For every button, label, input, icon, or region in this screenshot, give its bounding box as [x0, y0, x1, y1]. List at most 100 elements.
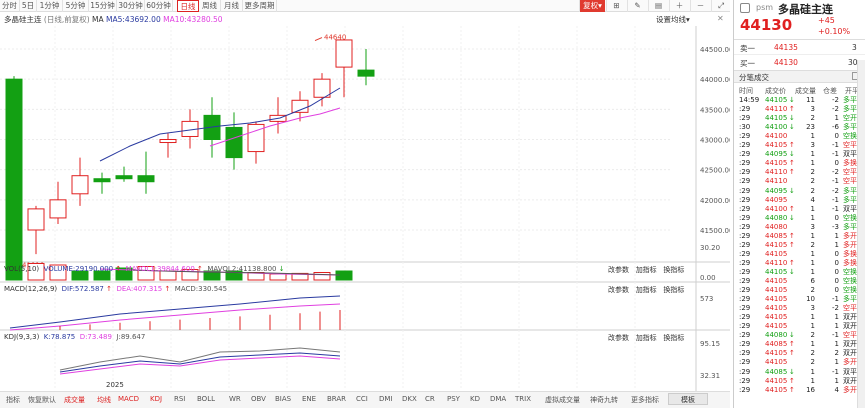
indicator-tab[interactable]: KD — [470, 395, 480, 403]
crosshair-tool-icon[interactable]: ⊞ — [606, 0, 626, 12]
menu-icon[interactable] — [740, 3, 750, 13]
tick-time: :29 — [739, 295, 751, 304]
product-name: 多晶硅主连 — [778, 3, 833, 16]
macd-dif: DIF:572.587 — [61, 285, 104, 293]
tick-row: :29 44110 ↑ 3 -2 多平 — [739, 105, 863, 114]
tick-arrow-icon: ↑ — [789, 204, 795, 213]
indicator-tab[interactable]: 成交量 — [64, 395, 85, 405]
tick-type: 空平 — [843, 141, 857, 150]
indicator-tab[interactable]: 更多指标 — [631, 395, 659, 405]
vol-add-indicator[interactable]: 加指标 — [636, 266, 657, 274]
zoom-out-icon[interactable]: － — [690, 0, 710, 12]
indicator-tab[interactable]: DMI — [379, 395, 393, 403]
indicator-tab[interactable]: ENE — [302, 395, 316, 403]
period-button[interactable]: 5分钟 — [63, 0, 89, 12]
tick-volume: 3 — [810, 222, 815, 231]
indicator-tab[interactable]: PSY — [447, 395, 460, 403]
ma-settings-label: 设置均线 — [656, 15, 686, 24]
tick-oi-diff: -6 — [832, 123, 839, 132]
ma-settings-button[interactable]: 设置均线▾ — [656, 14, 690, 25]
kdj-switch-indicator[interactable]: 换指标 — [663, 334, 684, 342]
indicator-tab[interactable]: OBV — [251, 395, 266, 403]
tick-row: :29 44105 ↑ 16 4 多开 — [739, 386, 863, 395]
tick-row: :29 44105 6 0 空换 — [739, 277, 863, 286]
tick-volume: 10 — [806, 295, 815, 304]
vol-edit-params[interactable]: 改参数 — [608, 266, 629, 274]
bid-label: 买一 — [740, 59, 755, 68]
indicator-tab[interactable]: 均线 — [97, 395, 111, 405]
indicator-tab[interactable]: 虚拟成交量 — [545, 395, 580, 405]
draw-tool-icon[interactable]: ✎ — [627, 0, 647, 12]
indicator-tab[interactable]: CR — [425, 395, 435, 403]
period-button[interactable]: 更多周期 — [243, 0, 277, 12]
kdj-add-indicator[interactable]: 加指标 — [636, 334, 657, 342]
macd-dif-line — [9, 295, 341, 329]
period-button[interactable]: 1分钟 — [37, 0, 63, 12]
zoom-in-icon[interactable]: ＋ — [669, 0, 689, 12]
tick-time: :29 — [739, 105, 751, 114]
indicator-tab[interactable]: 恢复默认 — [28, 395, 56, 405]
candle-body — [71, 175, 89, 195]
tick-time: :29 — [739, 358, 751, 367]
indicator-tab[interactable]: 指标 — [6, 395, 20, 405]
period-button[interactable]: 60分钟 — [145, 0, 173, 12]
template-button[interactable]: 模板 — [668, 393, 708, 405]
indicator-tab[interactable]: DMA — [490, 395, 506, 403]
tick-arrow-icon: ↓ — [789, 150, 795, 159]
fullscreen-icon[interactable]: ⤢ — [711, 0, 730, 12]
period-button[interactable]: 日线 — [177, 0, 199, 12]
indicator-tab[interactable]: KDJ — [150, 395, 162, 403]
indicator-tab[interactable]: MACD — [118, 395, 139, 403]
period-button[interactable]: 分时 — [0, 0, 20, 12]
header-oi-diff: 仓差 — [823, 87, 837, 95]
tick-time: :29 — [739, 195, 751, 204]
tick-scrollbar[interactable] — [857, 60, 865, 408]
indicator-tab[interactable]: BOLL — [197, 395, 215, 403]
period-button[interactable]: 15分钟 — [89, 0, 117, 12]
period-button[interactable]: 5日 — [20, 0, 37, 12]
period-button[interactable]: 月线 — [221, 0, 243, 12]
period-button[interactable]: 30分钟 — [117, 0, 145, 12]
tick-volume: 1 — [810, 267, 815, 276]
tick-price: 44105 — [765, 376, 788, 385]
tick-type: 双开 — [843, 322, 857, 331]
tab-ticks[interactable]: 分笔成交 — [739, 72, 769, 83]
close-chart-icon[interactable]: ✕ — [717, 14, 724, 23]
tick-time: :29 — [739, 177, 751, 186]
tick-row: :29 44105 2 0 空换 — [739, 286, 863, 295]
tick-oi-diff: 1 — [834, 322, 839, 331]
vol-switch-indicator[interactable]: 换指标 — [663, 266, 684, 274]
tick-volume: 1 — [810, 150, 815, 159]
volume-bar — [313, 272, 331, 281]
tick-time: :29 — [739, 304, 751, 313]
macd-add-indicator[interactable]: 加指标 — [636, 286, 657, 294]
kdj-edit-params[interactable]: 改参数 — [608, 334, 629, 342]
tick-oi-diff: 2 — [834, 349, 839, 358]
indicator-tab[interactable]: DKX — [402, 395, 417, 403]
tick-row: :29 44105 1 1 双开 — [739, 313, 863, 322]
kdj-header: KDJ(9,3,3) K:78.875 D:73.489 J:89.647 — [4, 333, 145, 341]
macd-edit-params[interactable]: 改参数 — [608, 286, 629, 294]
tick-oi-diff: -1 — [832, 367, 839, 376]
tick-arrow-icon: ↑ — [789, 168, 795, 177]
layout-tool-icon[interactable]: ▤ — [648, 0, 668, 12]
tick-price: 44105 — [765, 267, 788, 276]
indicator-tab[interactable]: BIAS — [275, 395, 291, 403]
adjust-button[interactable]: 复权▾ — [579, 0, 605, 12]
vol-title: VOL(5,10) — [4, 265, 40, 273]
indicator-tab[interactable]: BRAR — [327, 395, 346, 403]
indicator-tab[interactable]: 神奇九转 — [590, 395, 618, 405]
up-arrow-icon: ↑ — [164, 285, 171, 293]
period-button[interactable]: 周线 — [199, 0, 221, 12]
indicator-tab[interactable]: CCI — [356, 395, 368, 403]
kdj-d: D:73.489 — [79, 333, 112, 341]
macd-switch-indicator[interactable]: 换指标 — [663, 286, 684, 294]
volume-bar — [335, 270, 353, 281]
ask-volume: 3 — [852, 43, 857, 52]
indicator-tab[interactable]: RSI — [174, 395, 185, 403]
candle-body — [115, 175, 133, 180]
indicator-tab[interactable]: WR — [229, 395, 241, 403]
tick-volume: 2 — [810, 114, 815, 123]
tick-row: :29 44105 ↑ 1 1 双开 — [739, 377, 863, 386]
indicator-tab[interactable]: TRIX — [515, 395, 531, 403]
